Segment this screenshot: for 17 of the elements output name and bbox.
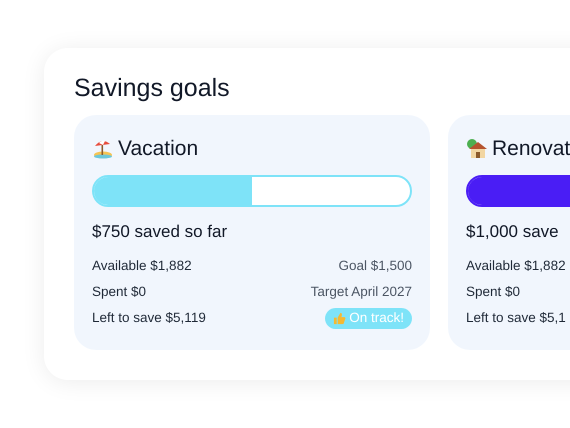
saved-amount: $1,000 save [466,221,560,243]
thumbs-up-icon [333,312,346,324]
target-date: Target April 2027 [310,283,412,301]
goal-title: Vacation [118,136,198,162]
left-to-save: Left to save $5,1 [466,309,566,327]
saved-amount: $750 saved so far [92,221,228,243]
status-badge: On track! [325,308,412,328]
available-amount: Available $1,882 [466,257,566,275]
beach-umbrella-icon [92,138,114,160]
spent-amount: Spent $0 [92,283,146,301]
goal-amount: Goal $1,500 [338,257,412,275]
panel-title: Savings goals [74,73,231,104]
goal-title: Renovat [492,136,570,162]
left-to-save: Left to save $5,119 [92,309,206,327]
house-icon [466,138,488,160]
spent-amount: Spent $0 [466,283,520,301]
available-amount: Available $1,882 [92,257,192,275]
